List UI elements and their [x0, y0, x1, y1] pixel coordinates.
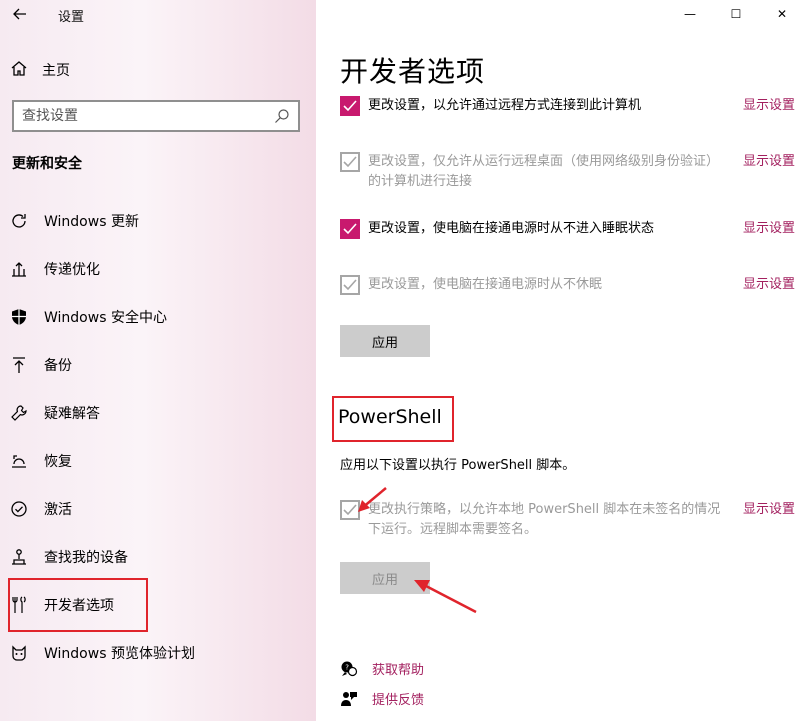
setting-text: 更改设置，以允许通过远程方式连接到此计算机 [368, 98, 642, 113]
checkmark-icon [343, 156, 357, 168]
search-input[interactable] [22, 108, 274, 124]
feedback-label: 提供反馈 [372, 693, 425, 708]
sidebar-item-security-center[interactable]: Windows 安全中心 [10, 303, 300, 331]
setting-text: 更改设置，使电脑在接通电源时从不休眠 [368, 277, 603, 292]
sidebar-item-troubleshoot[interactable]: 疑难解答 [10, 399, 300, 427]
recovery-icon [10, 452, 28, 470]
minimize-icon: — [684, 7, 696, 21]
show-settings-link[interactable]: 显示设置 [743, 152, 795, 172]
main-panel: — ☐ ✕ 开发者选项 更改设置，以允许通过远程方式连接到此计算机 显示设置 更… [316, 0, 805, 721]
find-device-icon [10, 548, 28, 566]
home-icon [10, 59, 28, 81]
setting-remote-connection: 更改设置，以允许通过远程方式连接到此计算机 显示设置 [340, 96, 795, 116]
sidebar-item-backup[interactable]: 备份 [10, 351, 300, 379]
nav-home[interactable]: 主页 [10, 56, 300, 84]
sidebar-item-delivery-optimization[interactable]: 传递优化 [10, 255, 300, 283]
sidebar-item-label: Windows 更新 [44, 214, 139, 230]
sidebar-item-label: 激活 [44, 502, 72, 518]
setting-never-sleep: 更改设置，使电脑在接通电源时从不进入睡眠状态 显示设置 [340, 219, 795, 239]
sidebar-item-label: 备份 [44, 358, 72, 374]
sidebar: 设置 主页 更新和安全 Windows 更新 传递优化 Windows 安全中心 [0, 0, 316, 721]
svg-text:?: ? [345, 663, 349, 671]
annotation-arrow-checkbox [358, 487, 387, 512]
help-chat-icon: ? [340, 660, 358, 678]
checkbox-remote-connection[interactable] [340, 96, 360, 116]
sidebar-item-insider-program[interactable]: Windows 预览体验计划 [10, 639, 300, 667]
setting-text: 更改设置，仅允许从运行远程桌面（使用网络级别身份验证）的计算机进行连接 [368, 154, 720, 189]
sidebar-item-find-my-device[interactable]: 查找我的设备 [10, 543, 300, 571]
titlebar: 设置 [0, 0, 316, 30]
show-settings-link[interactable]: 显示设置 [743, 275, 795, 295]
refresh-icon [10, 212, 28, 230]
back-button[interactable] [6, 3, 34, 25]
shield-icon [10, 308, 28, 326]
sidebar-item-recovery[interactable]: 恢复 [10, 447, 300, 475]
show-settings-link[interactable]: 显示设置 [743, 219, 795, 239]
section-title: 更新和安全 [12, 156, 82, 172]
setting-text: 更改执行策略，以允许本地 PowerShell 脚本在未签名的情况下运行。远程脚… [368, 502, 721, 537]
setting-powershell-policy: 更改执行策略，以允许本地 PowerShell 脚本在未签名的情况下运行。远程脚… [340, 500, 795, 540]
sidebar-item-label: 传递优化 [44, 262, 100, 278]
close-button[interactable]: ✕ [759, 0, 805, 28]
search-box[interactable] [12, 100, 300, 132]
sidebar-item-label: Windows 安全中心 [44, 310, 167, 326]
get-help-link[interactable]: ? 获取帮助 [340, 659, 424, 678]
powershell-description: 应用以下设置以执行 PowerShell 脚本。 [340, 458, 576, 473]
checkmark-icon [343, 504, 357, 516]
sidebar-item-activation[interactable]: 激活 [10, 495, 300, 523]
annotation-arrow-apply [414, 580, 477, 614]
checkbox-nla-only[interactable] [340, 152, 360, 172]
annotation-box-developer-options [8, 578, 148, 632]
nav-home-label: 主页 [42, 63, 70, 79]
sidebar-item-label: 查找我的设备 [44, 550, 128, 566]
insider-cat-icon [10, 644, 28, 662]
search-icon[interactable] [274, 108, 290, 124]
checkbox-never-sleep[interactable] [340, 219, 360, 239]
sidebar-item-label: 恢复 [44, 454, 72, 470]
apply-button-remote[interactable]: 应用 [340, 325, 430, 357]
feedback-icon [340, 690, 358, 708]
setting-nla-only: 更改设置，仅允许从运行远程桌面（使用网络级别身份验证）的计算机进行连接 显示设置 [340, 152, 795, 192]
maximize-icon: ☐ [730, 7, 742, 21]
close-icon: ✕ [776, 7, 788, 21]
get-help-label: 获取帮助 [372, 663, 425, 678]
checkmark-icon [343, 223, 357, 235]
maximize-button[interactable]: ☐ [713, 0, 759, 28]
feedback-link[interactable]: 提供反馈 [340, 689, 424, 708]
upload-icon [10, 260, 28, 278]
check-circle-icon [10, 500, 28, 518]
checkmark-icon [343, 100, 357, 112]
backup-arrow-icon [10, 356, 28, 374]
powershell-title: PowerShell [338, 406, 442, 428]
sidebar-item-label: Windows 预览体验计划 [44, 646, 195, 662]
setting-text: 更改设置，使电脑在接通电源时从不进入睡眠状态 [368, 221, 655, 236]
setting-never-hibernate: 更改设置，使电脑在接通电源时从不休眠 显示设置 [340, 275, 795, 295]
checkbox-never-hibernate[interactable] [340, 275, 360, 295]
minimize-button[interactable]: — [667, 0, 713, 28]
checkmark-icon [343, 279, 357, 291]
show-settings-link[interactable]: 显示设置 [743, 96, 795, 116]
page-title: 开发者选项 [340, 55, 486, 88]
sidebar-item-windows-update[interactable]: Windows 更新 [10, 207, 300, 235]
app-title: 设置 [58, 10, 85, 25]
back-arrow-icon [13, 8, 26, 20]
show-settings-link[interactable]: 显示设置 [743, 500, 795, 520]
wrench-icon [10, 404, 28, 422]
sidebar-item-label: 疑难解答 [44, 406, 100, 422]
window-controls: — ☐ ✕ [667, 0, 805, 28]
